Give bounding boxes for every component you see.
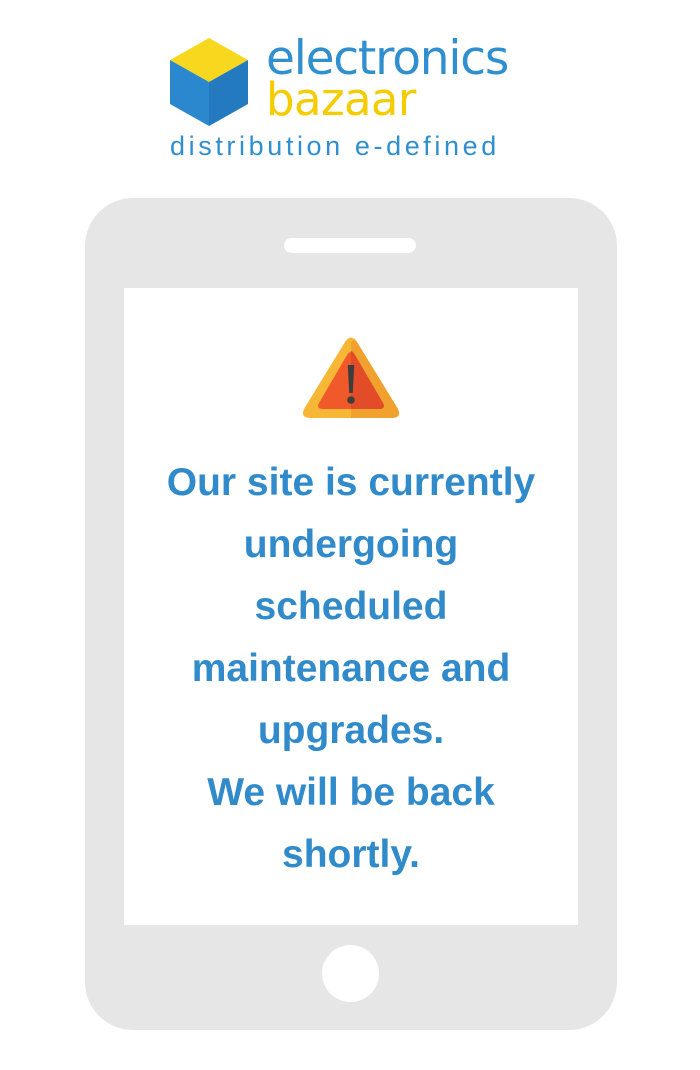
phone-screen: Our site is currently undergoing schedul… [124, 288, 578, 925]
phone-home-button [322, 945, 379, 1002]
warning-icon [302, 337, 400, 418]
maintenance-message: Our site is currently undergoing schedul… [124, 452, 578, 886]
cube-logo-icon [170, 38, 248, 126]
brand-tagline: distribution e-defined [170, 131, 500, 161]
message-line: scheduled [254, 585, 448, 628]
phone-frame: Our site is currently undergoing schedul… [85, 198, 617, 1030]
message-line: shortly. [282, 833, 420, 876]
brand-logo: electronics bazaar distribution e-define… [0, 0, 700, 170]
message-line: upgrades. [257, 709, 445, 752]
message-line: maintenance and [191, 647, 511, 690]
message-line: undergoing [243, 523, 459, 566]
brand-name-secondary: bazaar [266, 73, 416, 126]
phone-speaker [284, 238, 416, 253]
message-line: Our site is currently [166, 461, 536, 504]
message-line: We will be back [207, 771, 495, 814]
